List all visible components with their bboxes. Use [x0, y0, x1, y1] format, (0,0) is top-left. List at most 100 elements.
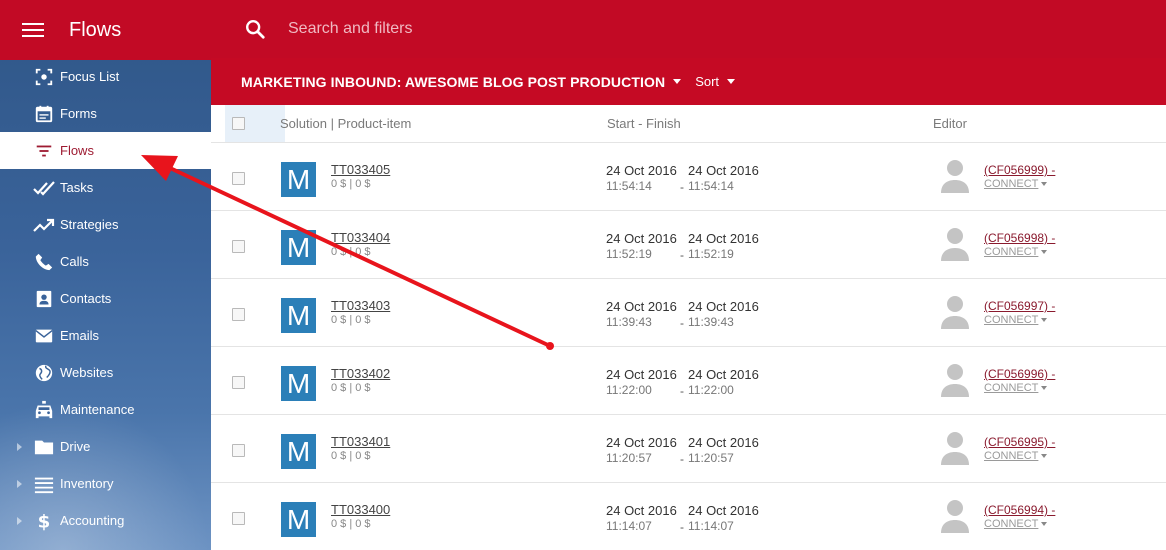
connect-dropdown[interactable]: CONNECT: [984, 518, 1048, 530]
sidebar-item-contacts[interactable]: Contacts: [0, 280, 211, 317]
user-avatar-icon: [941, 227, 969, 261]
sidebar-item-strategies[interactable]: Strategies: [0, 206, 211, 243]
sidebar: Flows Focus List Forms Flows Tasks Strategie…: [0, 0, 211, 550]
row-checkbox[interactable]: [232, 240, 245, 253]
row-checkbox[interactable]: [232, 512, 245, 525]
editor-link[interactable]: (CF056998) -: [984, 231, 1055, 245]
item-id-link[interactable]: TT033404: [331, 230, 390, 245]
item-avatar: M: [281, 366, 316, 401]
sidebar-item-websites[interactable]: Websites: [0, 354, 211, 391]
table-row[interactable]: M TT033400 0 $ | 0 $24 Oct 2016 11:14:07-24…: [211, 483, 1166, 550]
contact-card-icon: [33, 288, 55, 310]
envelope-icon: [33, 325, 55, 347]
table-header: Solution | Product-item Start - Finish E…: [211, 105, 1166, 143]
date-separator: -: [680, 384, 684, 398]
flows-table: Solution | Product-item Start - Finish E…: [211, 105, 1166, 550]
sidebar-item-label: Inventory: [60, 476, 114, 491]
item-price: 0 $ | 0 $: [331, 178, 371, 190]
user-avatar-icon: [941, 295, 969, 329]
item-id-link[interactable]: TT033401: [331, 434, 390, 449]
finish-time: 11:39:43: [688, 315, 734, 329]
connect-dropdown[interactable]: CONNECT: [984, 382, 1048, 394]
sidebar-item-accounting[interactable]: $ Accounting: [0, 502, 211, 539]
connect-label: CONNECT: [984, 314, 1039, 326]
date-separator: -: [680, 316, 684, 330]
editor-link[interactable]: (CF056995) -: [984, 435, 1055, 449]
svg-text:$: $: [38, 511, 51, 531]
start-time: 11:39:43: [606, 315, 652, 329]
sidebar-item-forms[interactable]: Forms: [0, 95, 211, 132]
select-all-checkbox[interactable]: [232, 117, 245, 130]
table-row[interactable]: M TT033404 0 $ | 0 $24 Oct 2016 11:52:19-24…: [211, 211, 1166, 279]
sort-button[interactable]: Sort: [695, 74, 736, 89]
table-row[interactable]: M TT033402 0 $ | 0 $24 Oct 2016 11:22:00-24…: [211, 347, 1166, 415]
item-id-link[interactable]: TT033405: [331, 162, 390, 177]
item-id-link[interactable]: TT033403: [331, 298, 390, 313]
row-checkbox[interactable]: [232, 376, 245, 389]
chevron-down-icon: [1041, 522, 1048, 526]
item-price: 0 $ | 0 $: [331, 246, 371, 258]
finish-time: 11:20:57: [688, 451, 734, 465]
start-time: 11:20:57: [606, 451, 652, 465]
column-header-solution[interactable]: Solution | Product-item: [280, 116, 411, 131]
sidebar-item-focus-list[interactable]: Focus List: [0, 58, 211, 95]
sidebar-item-maintenance[interactable]: Maintenance: [0, 391, 211, 428]
table-row[interactable]: M TT033401 0 $ | 0 $24 Oct 2016 11:20:57-24…: [211, 415, 1166, 483]
double-check-icon: [33, 177, 55, 199]
expand-caret-icon[interactable]: [17, 443, 22, 451]
sidebar-item-label: Forms: [60, 106, 97, 121]
row-checkbox[interactable]: [232, 172, 245, 185]
row-checkbox[interactable]: [232, 308, 245, 321]
sidebar-item-tasks[interactable]: Tasks: [0, 169, 211, 206]
start-date: 24 Oct 2016: [606, 503, 677, 518]
sidebar-item-label: Maintenance: [60, 402, 135, 417]
row-checkbox[interactable]: [232, 444, 245, 457]
item-price: 0 $ | 0 $: [331, 314, 371, 326]
chevron-down-icon: [673, 79, 682, 84]
dollar-icon: $: [33, 510, 55, 532]
flow-toolbar: MARKETING INBOUND: AWESOME BLOG POST PRO…: [211, 58, 1166, 105]
hamburger-menu-icon[interactable]: [22, 23, 44, 37]
car-icon: [33, 399, 55, 421]
finish-date: 24 Oct 2016: [688, 503, 759, 518]
editor-link[interactable]: (CF056996) -: [984, 367, 1055, 381]
chevron-down-icon: [1041, 182, 1048, 186]
table-row[interactable]: M TT033405 0 $ | 0 $24 Oct 2016 11:54:14-24…: [211, 143, 1166, 211]
folder-icon: [33, 436, 55, 458]
connect-dropdown[interactable]: CONNECT: [984, 246, 1048, 258]
column-header-editor[interactable]: Editor: [933, 116, 967, 131]
start-date: 24 Oct 2016: [606, 367, 677, 382]
connect-dropdown[interactable]: CONNECT: [984, 314, 1048, 326]
user-avatar-icon: [941, 363, 969, 397]
user-avatar-icon: [941, 499, 969, 533]
date-separator: -: [680, 452, 684, 466]
sidebar-item-inventory[interactable]: Inventory: [0, 465, 211, 502]
connect-label: CONNECT: [984, 246, 1039, 258]
item-price: 0 $ | 0 $: [331, 450, 371, 462]
editor-link[interactable]: (CF056994) -: [984, 503, 1055, 517]
flow-selector[interactable]: MARKETING INBOUND: AWESOME BLOG POST PRO…: [241, 73, 682, 90]
finish-time: 11:22:00: [688, 383, 734, 397]
sidebar-item-drive[interactable]: Drive: [0, 428, 211, 465]
flow-title: MARKETING INBOUND: AWESOME BLOG POST PRO…: [241, 73, 666, 90]
item-id-link[interactable]: TT033400: [331, 502, 390, 517]
sidebar-item-flows[interactable]: Flows: [0, 132, 211, 169]
connect-dropdown[interactable]: CONNECT: [984, 450, 1048, 462]
sidebar-item-emails[interactable]: Emails: [0, 317, 211, 354]
connect-dropdown[interactable]: CONNECT: [984, 178, 1048, 190]
table-row[interactable]: M TT033403 0 $ | 0 $24 Oct 2016 11:39:43-24…: [211, 279, 1166, 347]
search-input[interactable]: [288, 20, 888, 38]
item-id-link[interactable]: TT033402: [331, 366, 390, 381]
expand-caret-icon[interactable]: [17, 480, 22, 488]
editor-link[interactable]: (CF056999) -: [984, 163, 1055, 177]
search-icon[interactable]: [244, 18, 266, 40]
column-header-dates[interactable]: Start - Finish: [607, 116, 681, 131]
expand-caret-icon[interactable]: [17, 517, 22, 525]
start-date: 24 Oct 2016: [606, 435, 677, 450]
item-avatar: M: [281, 502, 316, 537]
sidebar-item-calls[interactable]: Calls: [0, 243, 211, 280]
sidebar-item-label: Focus List: [60, 69, 120, 84]
start-time: 11:54:14: [606, 179, 652, 193]
sort-label: Sort: [695, 74, 720, 89]
editor-link[interactable]: (CF056997) -: [984, 299, 1055, 313]
